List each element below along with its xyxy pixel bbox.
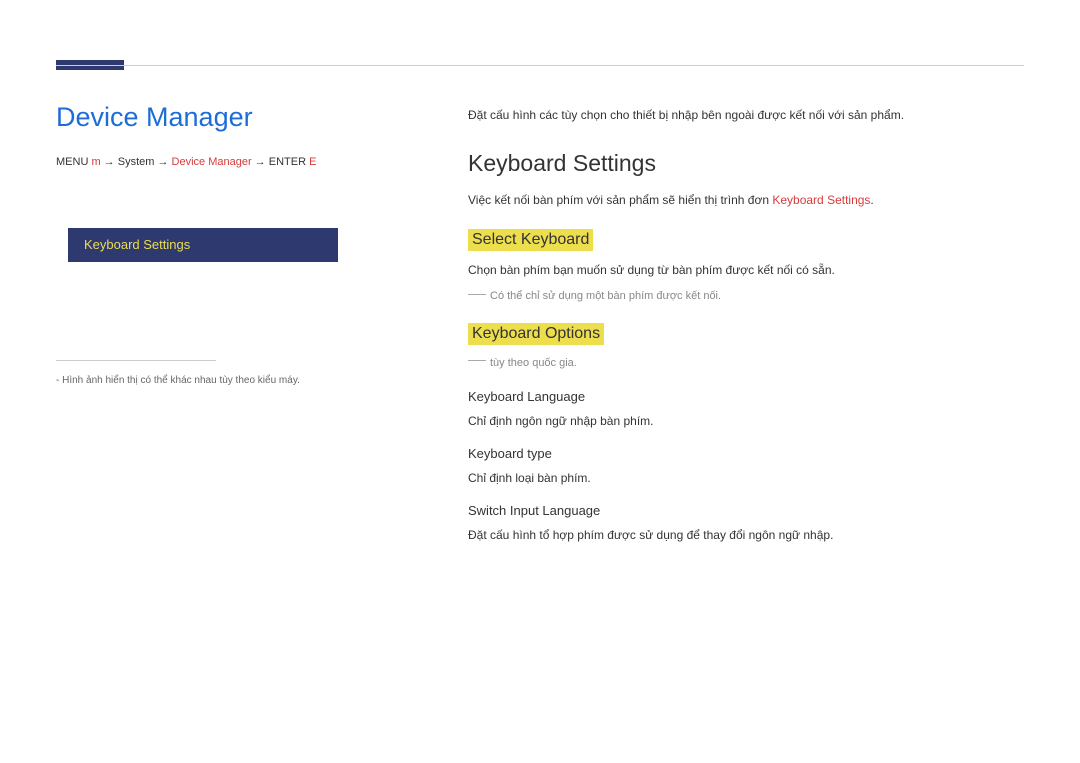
intro-text: Đặt cấu hình các tùy chọn cho thiết bị n… <box>468 106 1024 124</box>
breadcrumb-enter: → ENTER <box>252 156 309 168</box>
ks-desc-red: Keyboard Settings <box>772 193 870 207</box>
ks-desc-prefix: Việc kết nối bàn phím với sản phẩm sẽ hi… <box>468 193 772 207</box>
breadcrumb-icon-m: m <box>91 156 100 168</box>
breadcrumb-menu: MENU <box>56 156 91 168</box>
keyboard-type-heading: Keyboard type <box>468 446 1024 461</box>
switch-input-language-desc: Đặt cấu hình tổ hợp phím được sử dụng để… <box>468 526 1024 544</box>
select-keyboard-note-text: Có thể chỉ sử dụng một bàn phím được kết… <box>490 290 721 302</box>
keyboard-language-heading: Keyboard Language <box>468 389 1024 404</box>
select-keyboard-heading: Select Keyboard <box>468 229 593 251</box>
breadcrumb-system: → System → <box>101 156 172 168</box>
page-container: Device Manager MENU m → System → Device … <box>0 0 1080 602</box>
keyboard-options-note-text: tùy theo quốc gia. <box>490 357 577 369</box>
select-keyboard-note: Có thể chỉ sử dụng một bàn phím được kết… <box>468 288 1024 305</box>
keyboard-language-desc: Chỉ định ngôn ngữ nhập bàn phím. <box>468 412 1024 430</box>
menu-item-keyboard-settings: Keyboard Settings <box>84 237 190 252</box>
select-keyboard-desc: Chọn bàn phím bạn muốn sử dụng từ bàn ph… <box>468 261 1024 280</box>
keyboard-options-heading: Keyboard Options <box>468 323 604 345</box>
top-divider <box>56 65 1024 66</box>
keyboard-settings-desc: Việc kết nối bàn phím với sản phẩm sẽ hi… <box>468 191 1024 209</box>
page-title: Device Manager <box>56 102 396 133</box>
menu-preview-box: Keyboard Settings <box>68 228 338 262</box>
keyboard-options-block: Keyboard Options tùy theo quốc gia. Keyb… <box>468 323 1024 545</box>
note-dash-icon <box>468 294 486 295</box>
note-dash-icon <box>468 360 486 361</box>
keyboard-settings-heading: Keyboard Settings <box>468 150 1024 177</box>
content-columns: Device Manager MENU m → System → Device … <box>56 102 1024 562</box>
breadcrumb-icon-e: E <box>309 156 316 168</box>
switch-input-language-heading: Switch Input Language <box>468 503 1024 518</box>
keyboard-type-desc: Chỉ định loại bàn phím. <box>468 469 1024 487</box>
ks-desc-suffix: . <box>870 193 873 207</box>
breadcrumb: MENU m → System → Device Manager → ENTER… <box>56 155 396 170</box>
select-keyboard-block: Select Keyboard Chọn bàn phím bạn muốn s… <box>468 229 1024 305</box>
footnote-text: - Hình ảnh hiển thị có thể khác nhau tùy… <box>56 373 396 388</box>
keyboard-options-note: tùy theo quốc gia. <box>468 355 1024 372</box>
left-column: Device Manager MENU m → System → Device … <box>56 102 396 562</box>
breadcrumb-dm: Device Manager <box>172 156 252 168</box>
right-column: Đặt cấu hình các tùy chọn cho thiết bị n… <box>468 102 1024 562</box>
footnote-divider <box>56 360 216 361</box>
